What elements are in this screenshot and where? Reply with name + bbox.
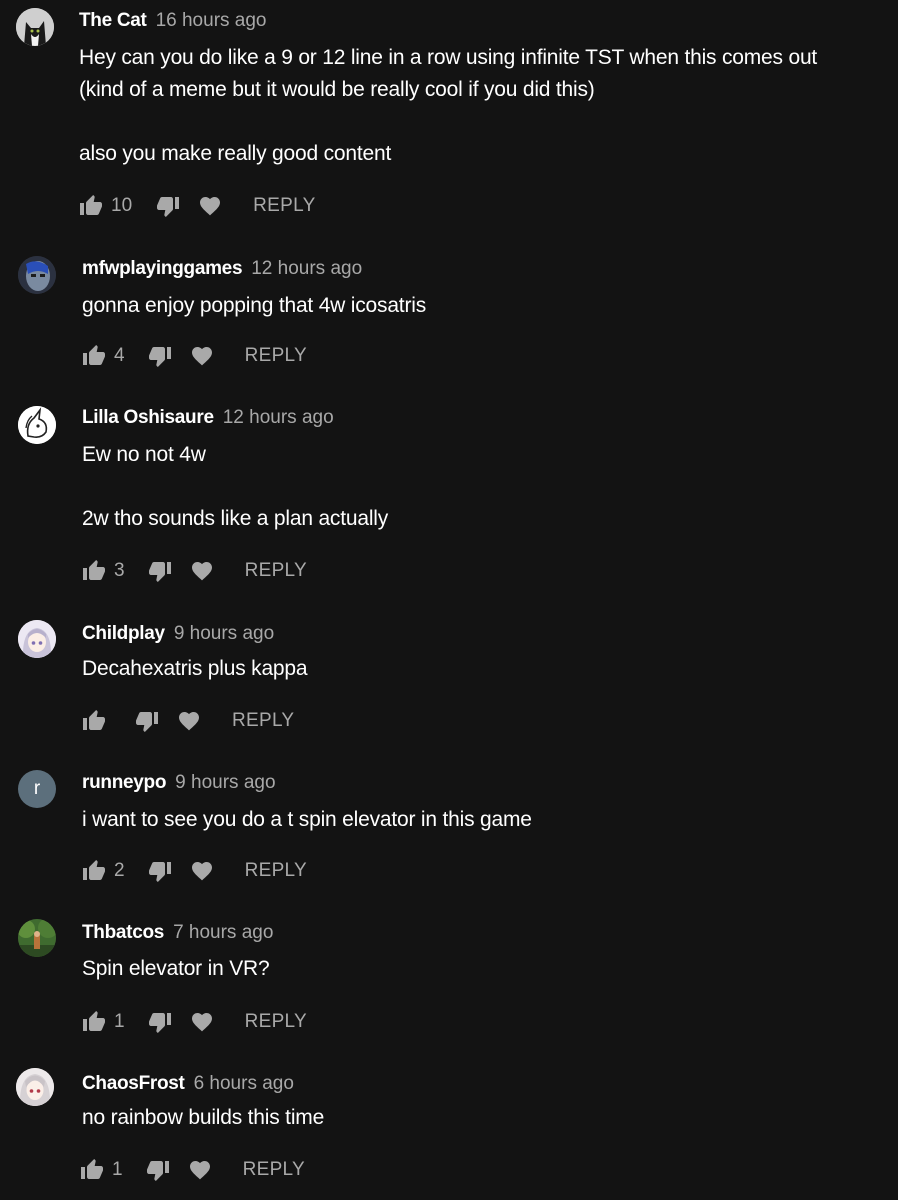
comment-actions: 2 REPLY bbox=[82, 856, 307, 886]
comment-header: ChaosFrost 6 hours ago bbox=[82, 1073, 294, 1095]
comment-text: Decahexatris plus kappa bbox=[82, 653, 308, 685]
thumb-down-icon[interactable] bbox=[148, 859, 172, 883]
avatar[interactable] bbox=[16, 1068, 54, 1106]
author-name[interactable]: The Cat bbox=[79, 10, 147, 31]
comment-text: Spin elevator in VR? bbox=[82, 953, 270, 985]
avatar[interactable] bbox=[18, 620, 56, 658]
reply-button[interactable]: REPLY bbox=[245, 860, 307, 882]
author-name[interactable]: mfwplayinggames bbox=[82, 258, 243, 279]
timestamp[interactable]: 7 hours ago bbox=[173, 922, 273, 943]
thumb-up-icon[interactable] bbox=[79, 194, 103, 218]
heart-icon[interactable] bbox=[190, 559, 214, 583]
author-name[interactable]: ChaosFrost bbox=[82, 1073, 185, 1094]
thumb-down-icon[interactable] bbox=[146, 1158, 170, 1182]
reply-button[interactable]: REPLY bbox=[245, 560, 307, 582]
heart-icon[interactable] bbox=[190, 859, 214, 883]
comment-header: runneypo 9 hours ago bbox=[82, 772, 276, 794]
comment-header: Childplay 9 hours ago bbox=[82, 623, 274, 645]
avatar[interactable] bbox=[18, 406, 56, 444]
comment-line: Ew no not 4w bbox=[82, 443, 206, 466]
comment-actions: REPLY bbox=[82, 706, 294, 736]
timestamp[interactable]: 9 hours ago bbox=[175, 772, 275, 793]
comment-line: (kind of a meme but it would be really c… bbox=[79, 78, 595, 101]
thumb-down-icon[interactable] bbox=[148, 559, 172, 583]
thumb-down-icon[interactable] bbox=[148, 1010, 172, 1034]
anime-avatar-image bbox=[18, 620, 56, 658]
like-count: 1 bbox=[112, 1159, 123, 1180]
reply-button[interactable]: REPLY bbox=[245, 1011, 307, 1033]
timestamp[interactable]: 16 hours ago bbox=[156, 10, 267, 31]
face-avatar-image bbox=[18, 256, 56, 294]
timestamp[interactable]: 6 hours ago bbox=[194, 1073, 294, 1094]
heart-icon[interactable] bbox=[198, 194, 222, 218]
comment-line: 2w tho sounds like a plan actually bbox=[82, 507, 389, 530]
comment-line: no rainbow builds this time bbox=[82, 1106, 325, 1129]
comment-actions: 10 REPLY bbox=[79, 191, 316, 221]
like-count: 3 bbox=[114, 560, 125, 581]
thumb-down-icon[interactable] bbox=[148, 344, 172, 368]
comment-header: Thbatcos 7 hours ago bbox=[82, 922, 273, 944]
avatar[interactable] bbox=[18, 919, 56, 957]
like-count: 4 bbox=[114, 345, 125, 366]
avatar[interactable]: r bbox=[18, 770, 56, 808]
comment-text: Hey can you do like a 9 or 12 line in a … bbox=[79, 42, 817, 170]
thumb-up-icon[interactable] bbox=[82, 344, 106, 368]
thumb-up-icon[interactable] bbox=[82, 859, 106, 883]
comment-line: i want to see you do a t spin elevator i… bbox=[82, 808, 532, 831]
comment-text: gonna enjoy popping that 4w icosatris bbox=[82, 290, 426, 322]
thumb-up-icon[interactable] bbox=[82, 709, 106, 733]
reply-button[interactable]: REPLY bbox=[243, 1159, 305, 1181]
comment-header: mfwplayinggames 12 hours ago bbox=[82, 258, 362, 280]
reply-button[interactable]: REPLY bbox=[245, 345, 307, 367]
comment-actions: 1 REPLY bbox=[82, 1007, 307, 1037]
thumb-up-icon[interactable] bbox=[82, 559, 106, 583]
like-count: 10 bbox=[111, 195, 133, 216]
author-name[interactable]: Lilla Oshisaure bbox=[82, 407, 214, 428]
heart-icon[interactable] bbox=[190, 1010, 214, 1034]
avatar[interactable] bbox=[18, 256, 56, 294]
reply-button[interactable]: REPLY bbox=[232, 710, 294, 732]
comment-line: Decahexatris plus kappa bbox=[82, 657, 308, 680]
comment-line: also you make really good content bbox=[79, 142, 392, 165]
comment-line: Hey can you do like a 9 or 12 line in a … bbox=[79, 46, 818, 69]
heart-icon[interactable] bbox=[190, 344, 214, 368]
cat-avatar-image bbox=[16, 8, 54, 46]
author-name[interactable]: Childplay bbox=[82, 623, 165, 644]
timestamp[interactable]: 9 hours ago bbox=[174, 623, 274, 644]
avatar[interactable] bbox=[16, 8, 54, 46]
heart-icon[interactable] bbox=[188, 1158, 212, 1182]
thumb-up-icon[interactable] bbox=[82, 1010, 106, 1034]
timestamp[interactable]: 12 hours ago bbox=[223, 407, 334, 428]
like-count: 1 bbox=[114, 1011, 125, 1032]
timestamp[interactable]: 12 hours ago bbox=[251, 258, 362, 279]
heart-icon[interactable] bbox=[177, 709, 201, 733]
author-name[interactable]: runneypo bbox=[82, 772, 166, 793]
comment-line: Spin elevator in VR? bbox=[82, 957, 270, 980]
comment-actions: 1 REPLY bbox=[80, 1155, 305, 1185]
unicorn-avatar-image bbox=[18, 406, 56, 444]
author-name[interactable]: Thbatcos bbox=[82, 922, 164, 943]
reply-button[interactable]: REPLY bbox=[253, 195, 315, 217]
comment-text: no rainbow builds this time bbox=[82, 1102, 324, 1134]
thumb-down-icon[interactable] bbox=[156, 194, 180, 218]
comment-text: Ew no not 4w 2w tho sounds like a plan a… bbox=[82, 439, 388, 535]
comment-actions: 3 REPLY bbox=[82, 556, 307, 586]
forest-avatar-image bbox=[18, 919, 56, 957]
comment-actions: 4 REPLY bbox=[82, 341, 307, 371]
avatar-letter: r bbox=[33, 778, 41, 799]
thumb-up-icon[interactable] bbox=[80, 1158, 104, 1182]
comment-line: gonna enjoy popping that 4w icosatris bbox=[82, 294, 427, 317]
comment-text: i want to see you do a t spin elevator i… bbox=[82, 804, 532, 836]
comment-header: Lilla Oshisaure 12 hours ago bbox=[82, 407, 334, 429]
thumb-down-icon[interactable] bbox=[135, 709, 159, 733]
like-count: 2 bbox=[114, 860, 125, 881]
comment-header: The Cat 16 hours ago bbox=[79, 10, 267, 32]
anime-avatar-image bbox=[16, 1068, 54, 1106]
